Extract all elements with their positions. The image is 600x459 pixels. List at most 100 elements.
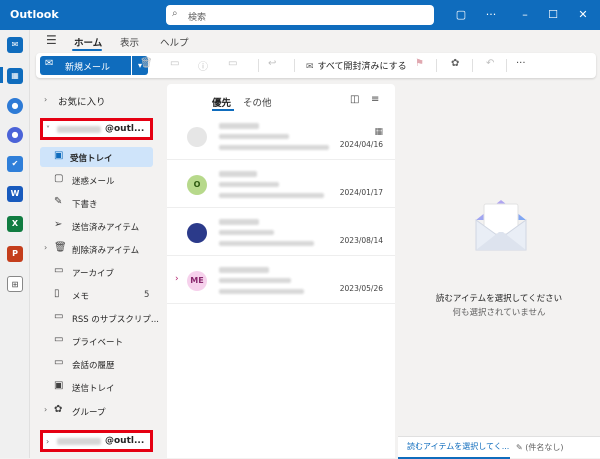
move-icon[interactable]: ▭	[228, 58, 237, 69]
preview-blurred	[219, 289, 304, 294]
avatar	[187, 127, 207, 147]
mark-all-read-button[interactable]: ✉ すべて開封済みにする	[306, 59, 407, 72]
subject-blurred	[219, 278, 291, 283]
reading-pane-subtitle: 何も選択されていません	[452, 308, 546, 318]
folder-deleted[interactable]: › 🗑 削除済みアイテム	[30, 239, 160, 259]
folder-conversation-history[interactable]: ▭ 会話の履歴	[30, 354, 160, 374]
folder-icon: ▭	[54, 357, 64, 368]
todo-app-icon[interactable]: ✔	[7, 156, 23, 172]
undo-icon[interactable]: ↶	[486, 58, 494, 69]
report-icon[interactable]: ⓘ	[198, 58, 208, 73]
folder-archive[interactable]: ▭ アーカイブ	[30, 262, 160, 282]
message-item[interactable]: 2023/08/14	[167, 210, 395, 256]
message-date: 2024/01/17	[339, 188, 383, 197]
search-placeholder[interactable]: 検索	[188, 10, 206, 23]
tab-other[interactable]: その他	[243, 95, 272, 109]
delete-icon[interactable]: 🗑	[140, 58, 153, 69]
notes-icon: ▯	[54, 288, 60, 299]
close-icon[interactable]: ✕	[575, 7, 591, 23]
folder-inbox[interactable]: ▣ 受信トレイ	[40, 147, 153, 167]
message-date: 2023/08/14	[339, 236, 383, 245]
app-title: Outlook	[10, 8, 59, 21]
reply-icon[interactable]: ↩	[268, 58, 276, 69]
search-box[interactable]: ⌕ 検索	[166, 5, 434, 25]
calendar-app-icon[interactable]: ▦	[7, 68, 23, 84]
tab-focused[interactable]: 優先	[212, 95, 231, 109]
folder-junk[interactable]: ▢ 迷惑メール	[30, 170, 160, 190]
tab-view[interactable]: 表示	[120, 35, 139, 49]
account-header[interactable]: ˅ @outl...	[40, 118, 153, 140]
powerpoint-app-icon[interactable]: P	[7, 246, 23, 262]
rail-selection-indicator	[0, 67, 3, 83]
tab-no-subject[interactable]: ✎ (件名なし)	[516, 437, 600, 459]
folder-sent[interactable]: ➢ 送信済みアイテム	[30, 216, 160, 236]
toolbar-divider	[506, 59, 507, 72]
apps-icon[interactable]: ✿	[451, 58, 459, 69]
chevron-right-icon: ›	[46, 437, 50, 446]
folder-groups[interactable]: › ✿ グループ	[30, 401, 160, 421]
inbox-icon: ▣	[54, 150, 64, 161]
tips-icon[interactable]: ▢	[453, 7, 469, 23]
chevron-down-icon: ˅	[46, 125, 50, 134]
favorites-label[interactable]: お気に入り	[58, 94, 106, 108]
folder-private[interactable]: ▭ プライベート	[30, 331, 160, 351]
calendar-icon: ▦	[374, 127, 383, 137]
groups-app-icon[interactable]: ●	[7, 127, 23, 143]
folder-rss[interactable]: ▭ RSS のサブスクリプ...	[30, 308, 160, 328]
archive-icon[interactable]: ▭	[170, 58, 179, 69]
people-app-icon[interactable]: ●	[7, 98, 23, 114]
app-rail: ✉ ▦ ● ● ✔ W X P ⊞	[0, 30, 30, 458]
message-item[interactable]: › ME 2023/05/26	[167, 258, 395, 304]
new-mail-button[interactable]: ✉ 新規メール	[40, 56, 131, 75]
outbox-icon: ▣	[54, 380, 64, 391]
more-icon[interactable]: ···	[483, 7, 499, 23]
ribbon-tabs: ☰ ホーム 表示 ヘルプ	[30, 30, 600, 52]
folder-count: 5	[144, 290, 150, 300]
message-item[interactable]: O 2024/01/17	[167, 162, 395, 208]
toolbar-divider	[472, 59, 473, 72]
select-icon[interactable]: ◫	[350, 94, 359, 105]
toolbar-divider	[258, 59, 259, 72]
archive-icon: ▭	[54, 265, 64, 276]
message-item[interactable]: ▦ 2024/04/16	[167, 114, 395, 160]
avatar: ME	[187, 271, 207, 291]
excel-app-icon[interactable]: X	[7, 216, 23, 232]
title-bar: Outlook ⌕ 検索 ▢ ··· – ☐ ✕	[0, 0, 600, 30]
toolbar-divider	[436, 59, 437, 72]
sent-icon: ➢	[54, 219, 63, 230]
chevron-right-icon[interactable]: ›	[175, 274, 179, 284]
preview-blurred	[219, 145, 329, 150]
sender-blurred	[219, 219, 259, 225]
chevron-right-icon[interactable]: ›	[44, 243, 47, 252]
account-header-2[interactable]: › @outl...	[40, 430, 153, 452]
filter-icon[interactable]: ≡	[371, 94, 379, 105]
more-options-icon[interactable]: ···	[516, 58, 526, 69]
folder-pane: › お気に入り ˅ @outl... ▣ 受信トレイ ▢ 迷惑メール ✎ 下書き…	[30, 84, 160, 458]
tab-home[interactable]: ホーム	[74, 35, 102, 49]
folder-icon: ▭	[54, 311, 64, 322]
chevron-right-icon[interactable]: ›	[44, 95, 47, 104]
toolbar-divider	[294, 59, 295, 72]
apps-icon[interactable]: ⊞	[7, 276, 23, 292]
message-date: 2023/05/26	[339, 284, 383, 293]
sender-blurred	[219, 123, 259, 129]
word-app-icon[interactable]: W	[7, 186, 23, 202]
tab-read-item[interactable]: 読むアイテムを選択してく...	[398, 437, 510, 459]
preview-blurred	[219, 241, 314, 246]
flag-icon[interactable]: ⚑	[415, 58, 424, 69]
chevron-right-icon[interactable]: ›	[44, 405, 47, 414]
folder-icon: ▭	[54, 334, 64, 345]
folder-drafts[interactable]: ✎ 下書き	[30, 193, 160, 213]
reading-pane-title: 読むアイテムを選択してください	[435, 294, 563, 304]
folder-outbox[interactable]: ▣ 送信トレイ	[30, 377, 160, 397]
hamburger-icon[interactable]: ☰	[46, 33, 57, 47]
minimize-icon[interactable]: –	[517, 7, 533, 23]
mail-app-icon[interactable]: ✉	[7, 37, 23, 53]
tab-help[interactable]: ヘルプ	[160, 35, 189, 49]
tab-underline	[72, 49, 102, 51]
avatar: O	[187, 175, 207, 195]
folder-notes[interactable]: ▯ メモ 5	[30, 285, 160, 305]
message-date: 2024/04/16	[339, 140, 383, 149]
search-icon: ⌕	[172, 8, 178, 19]
maximize-icon[interactable]: ☐	[545, 7, 561, 23]
